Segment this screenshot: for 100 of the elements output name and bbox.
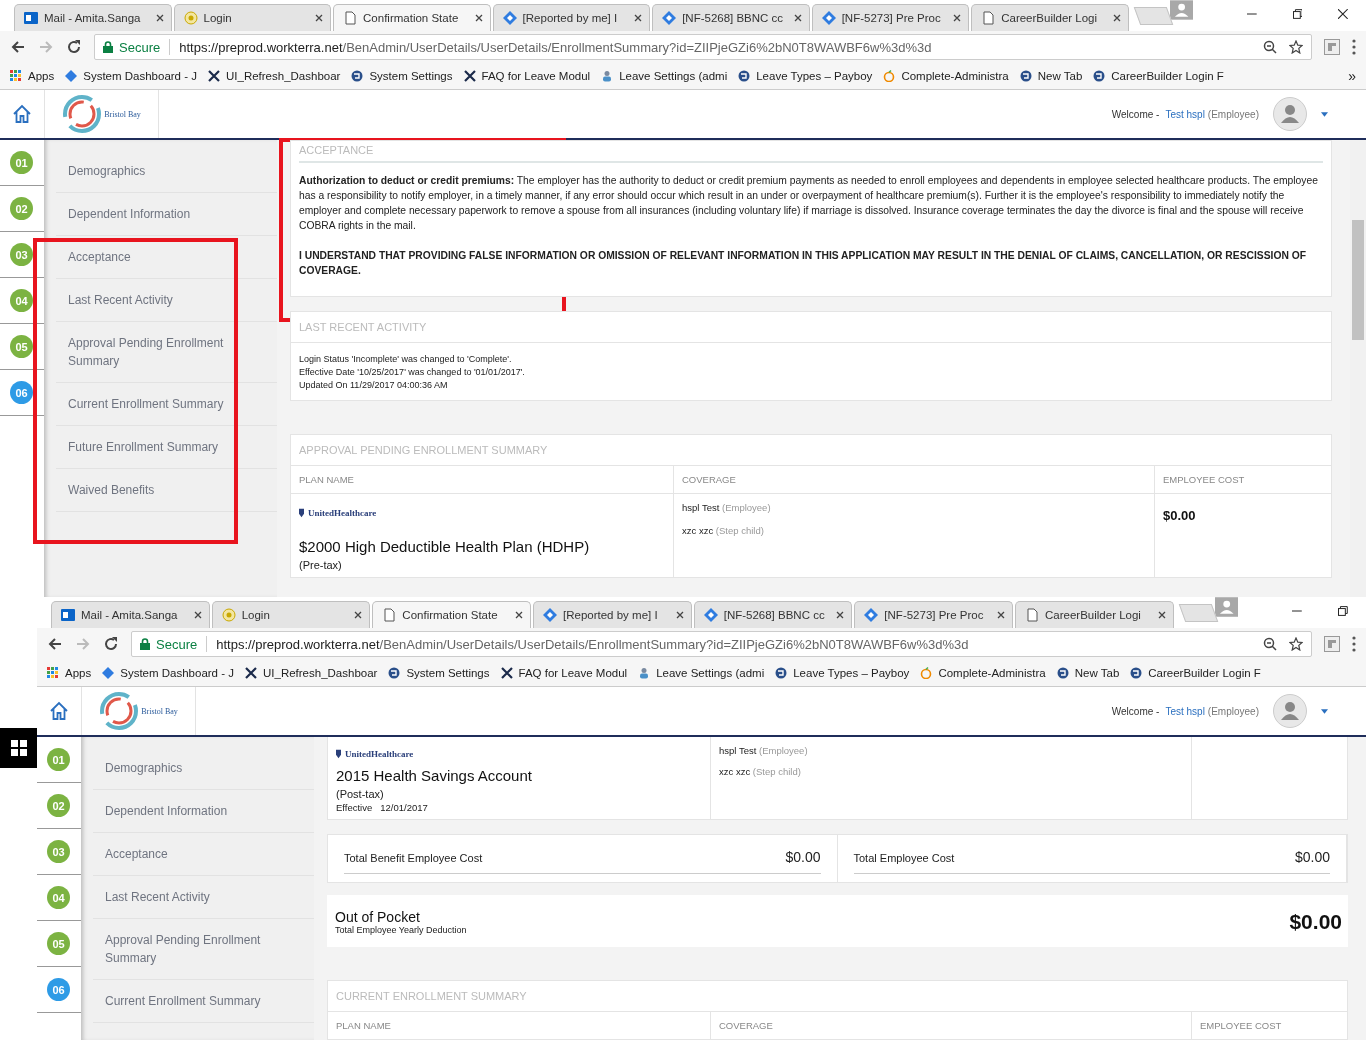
zoom-icon[interactable] — [1263, 40, 1277, 54]
star-icon[interactable] — [1289, 40, 1303, 54]
sidebar-item[interactable]: Future Enrollment Summary — [56, 426, 277, 469]
bookmark[interactable]: System Dashboard - J — [102, 667, 234, 679]
secure-label: Secure — [156, 636, 198, 652]
sidebar-item[interactable]: Dependent Information — [93, 790, 314, 833]
caret-icon[interactable] — [1321, 708, 1328, 714]
caret-icon[interactable] — [1321, 111, 1328, 117]
sidebar-item[interactable]: Approval Pending Enrollment Summary — [56, 322, 277, 383]
close-icon[interactable] — [155, 14, 164, 22]
out-of-pocket-value: $0.00 — [1289, 910, 1342, 934]
browser-tab[interactable]: [NF-5273] Pre Proc — [854, 601, 1014, 628]
browser-tab[interactable]: CareerBuilder Logi — [1015, 601, 1174, 628]
close-icon[interactable] — [1157, 611, 1166, 619]
bookmark[interactable]: Complete-Administra — [883, 70, 1009, 82]
url-text: https://preprod.workterra.net/BenAdmin/UserDetails/UserDetails/EnrollmentSummary?id=ZIIPjeGZi6%2bN0T8WAWBF6w%3d%3d — [179, 39, 932, 55]
diamond-icon — [703, 608, 718, 622]
avatar-icon[interactable] — [1273, 97, 1307, 131]
bookmark[interactable]: FAQ for Leave Modul — [500, 667, 628, 679]
agreement-paragraph: Authorization to deduct or credit premiums: The employer has the authority to deduct or credit premium payments as needed to enroll employees and dependents in employee selected healthcare products. The employee has a responsibility to notify employer, in a timely manner, if any error should occur which result in an under or overpayment of healthcare premium(s). Further it is the employee's responsibility to immediately notify the employer and complete necessary paperwork to remove a spouse from all insurances (including voluntary life) if marriage is dissolved. Insurance coverage terminates the day the divorce is final and the spouse will receive COBRA rights in the mail. — [299, 174, 1319, 233]
bookmark[interactable]: Leave Settings (admi — [601, 70, 728, 82]
browser-tab[interactable]: CareerBuilder Logi — [971, 4, 1129, 31]
close-icon[interactable] — [793, 14, 802, 22]
close-icon[interactable] — [354, 611, 363, 619]
sidebar-item[interactable]: Last Recent Activity — [93, 876, 314, 919]
close-icon[interactable] — [997, 611, 1006, 619]
close-icon[interactable] — [836, 611, 845, 619]
lock-icon — [103, 41, 113, 53]
browser-tab[interactable]: [NF-5273] Pre Proc — [811, 4, 970, 31]
reload-icon[interactable] — [66, 39, 82, 55]
star-icon[interactable] — [1289, 637, 1303, 651]
scrollbar-thumb[interactable] — [1352, 220, 1364, 340]
bookmark[interactable]: CareerBuilder Login F — [1093, 70, 1224, 82]
more-bookmarks-button[interactable]: » — [1348, 68, 1356, 84]
back-arrow-icon[interactable] — [10, 39, 26, 55]
browser-tab[interactable]: [Reported by me] I — [492, 4, 651, 31]
total-value: $0.00 — [785, 849, 821, 865]
sidebar-item[interactable]: Last Recent Activity — [56, 279, 277, 322]
bookmark[interactable]: UI_Refresh_Dashboar — [208, 70, 341, 82]
column-header: COVERAGE — [711, 1012, 1192, 1039]
restore-icon[interactable] — [1292, 9, 1303, 19]
browser-tab[interactable]: Confirmation State — [372, 601, 531, 628]
bookmark[interactable]: Leave Types – Payboy — [738, 70, 873, 82]
bookmark[interactable]: Leave Settings (admi — [638, 667, 765, 679]
browser-tab[interactable]: Mail - Amita.Sanga — [51, 601, 210, 628]
user-name-link[interactable]: Test hspl — [1165, 108, 1205, 120]
browser-tab[interactable]: Confirmation State — [333, 4, 491, 31]
sidebar-item[interactable]: Current Enrollment Summary — [93, 980, 314, 1023]
browser-tab[interactable]: [Reported by me] I — [533, 601, 692, 628]
close-icon[interactable] — [634, 14, 643, 22]
bookmark[interactable]: System Settings — [388, 667, 490, 679]
bookmark[interactable]: System Dashboard - J — [65, 70, 197, 82]
close-icon[interactable] — [675, 611, 684, 619]
reload-icon[interactable] — [103, 636, 119, 652]
bookmark[interactable]: FAQ for Leave Modul — [463, 70, 591, 82]
bookmark[interactable]: Apps — [10, 70, 55, 82]
home-icon[interactable] — [12, 104, 32, 124]
browser-tab[interactable]: Login — [173, 4, 332, 31]
close-icon[interactable] — [315, 14, 324, 22]
bookmark[interactable]: New Tab — [1019, 70, 1083, 82]
address-field[interactable]: Secure https://preprod.workterra.net/BenAdmin/UserDetails/UserDetails/EnrollmentSummary?id=ZIIPjeGZi6%2bN0T8WAWBF6w%3d%3d — [131, 631, 1312, 657]
menu-icon[interactable] — [1352, 39, 1356, 55]
close-icon[interactable] — [1112, 14, 1121, 22]
browser-tab[interactable]: Login — [211, 601, 371, 628]
bookmark[interactable]: Apps — [47, 667, 92, 679]
browser-tab[interactable]: [NF-5268] BBNC cc — [652, 4, 810, 31]
bookmark[interactable]: System Settings — [351, 70, 453, 82]
bookmark[interactable]: Leave Types – Payboy — [775, 667, 910, 679]
browser-tab[interactable]: [NF-5268] BBNC cc — [693, 601, 853, 628]
browser-tab[interactable]: Mail - Amita.Sanga — [14, 4, 172, 31]
close-icon[interactable] — [474, 14, 483, 22]
section-title: LAST RECENT ACTIVITY — [291, 312, 1331, 343]
back-arrow-icon[interactable] — [47, 636, 63, 652]
sidebar-item[interactable]: Acceptance — [56, 236, 277, 279]
avatar-icon[interactable] — [1273, 694, 1307, 728]
bookmark[interactable]: UI_Refresh_Dashboar — [245, 667, 378, 679]
close-icon[interactable] — [953, 14, 962, 22]
start-button[interactable] — [0, 728, 37, 768]
bookmark[interactable]: Complete-Administra — [920, 667, 1046, 679]
sidebar-item[interactable]: Current Enrollment Summary — [56, 383, 277, 426]
carrier-logo: UnitedHealthcare — [299, 508, 377, 518]
sidebar-item[interactable]: Dependent Information — [56, 193, 277, 236]
user-name-link[interactable]: Test hspl — [1165, 705, 1205, 717]
sidebar-item[interactable]: Demographics — [93, 747, 314, 790]
bookmark[interactable]: CareerBuilder Login F — [1130, 667, 1261, 679]
restore-icon[interactable] — [1338, 606, 1348, 616]
address-field[interactable]: Secure https://preprod.workterra.net/BenAdmin/UserDetails/UserDetails/EnrollmentSummary?id=ZIIPjeGZi6%2bN0T8WAWBF6w%3d%3d — [94, 34, 1312, 60]
close-icon[interactable] — [1338, 9, 1349, 19]
bookmark[interactable]: New Tab — [1056, 667, 1120, 679]
crossed-tools-icon — [463, 70, 476, 82]
home-icon[interactable] — [49, 701, 69, 721]
sidebar-item[interactable]: Waived Benefits — [56, 469, 277, 512]
sidebar-item[interactable]: Demographics — [56, 150, 277, 193]
zoom-icon[interactable] — [1263, 637, 1277, 651]
welcome-label: Welcome - — [1111, 705, 1160, 717]
sidebar-item[interactable]: Acceptance — [93, 833, 314, 876]
close-icon[interactable] — [515, 611, 523, 619]
menu-icon[interactable] — [1352, 636, 1356, 652]
close-icon[interactable] — [193, 611, 202, 619]
sidebar-item[interactable]: Approval Pending Enrollment Summary — [93, 919, 314, 980]
